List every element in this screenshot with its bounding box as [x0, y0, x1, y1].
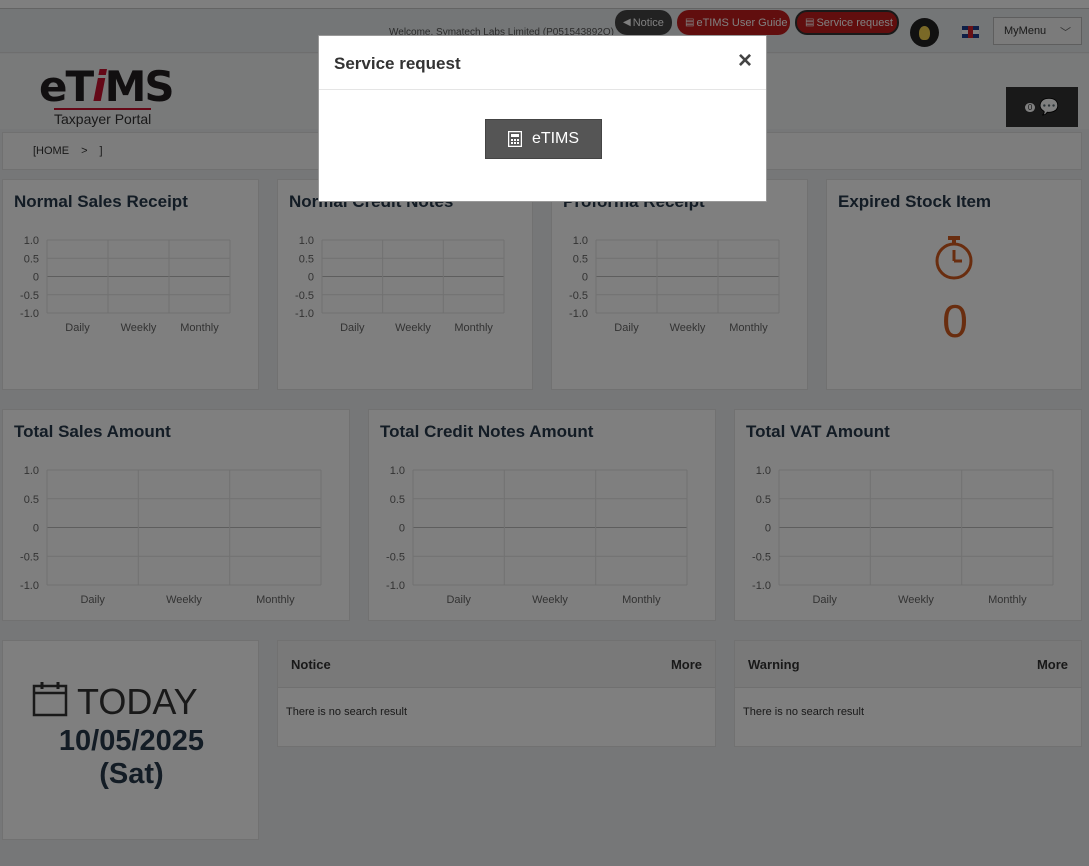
etims-button[interactable]: eTIMS: [485, 119, 602, 159]
modal-header: Service request ×: [319, 36, 766, 90]
service-request-modal: Service request × eTIMS: [318, 35, 767, 202]
modal-title: Service request: [334, 54, 461, 73]
close-icon[interactable]: ×: [738, 49, 752, 73]
calculator-icon: [507, 131, 522, 147]
